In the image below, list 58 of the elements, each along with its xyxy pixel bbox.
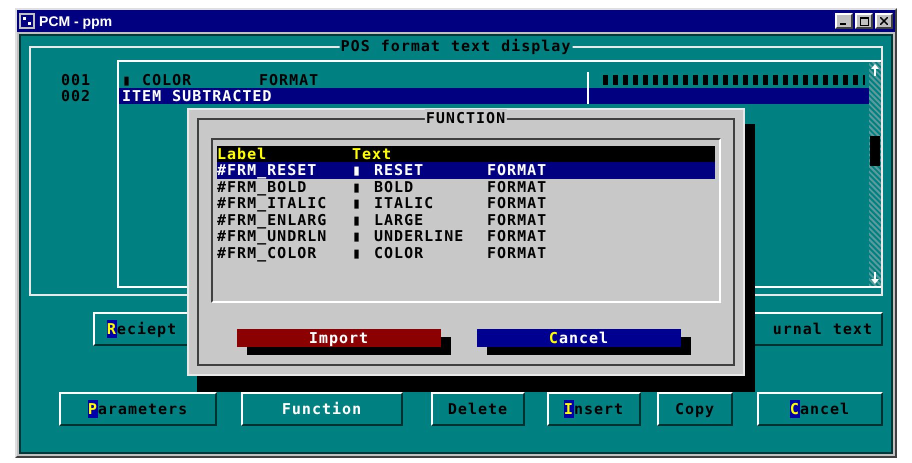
list-cell-text: COLOR [374,244,426,261]
window-title: PCM - ppm [39,13,112,29]
list-cell-text: ▮ [352,228,364,244]
dialog-button[interactable]: Copy [657,392,733,426]
dialog-button[interactable]: Parameters [59,392,217,426]
list-cell-text: ▮ [352,195,364,212]
list-cell-text: ▮ [352,244,364,261]
list-cell-text: ▮ [352,162,364,178]
list-cell-text: #FRM_UNDRLN [217,228,328,244]
list-row[interactable]: #FRM_RESET ▮ RESET FORMAT [217,162,715,178]
down-arrow-icon [871,272,879,284]
column-header: Text [352,146,392,162]
close-button[interactable] [875,13,893,29]
maximize-button[interactable] [855,13,873,29]
list-cell: FORMAT [487,195,548,212]
list-cell-text: LARGE [374,212,426,228]
column-header: Label [217,146,268,162]
list-cell: FORMAT [487,244,548,261]
list-cell-text: #FRM_ITALIC [217,195,328,212]
up-arrow-icon [871,64,879,76]
list-cell: FORMAT [487,162,548,178]
scroll-bar[interactable] [869,62,881,286]
list-cell-text: #FRM_BOLD [217,178,308,195]
list-cell: FORMAT [487,228,548,244]
line-number: 001 [61,72,92,88]
list-cell-text: FORMAT [259,72,320,88]
list-cell-text: #FRM_ENLARG [217,212,328,228]
minimize-button[interactable] [835,13,853,29]
close-icon [880,17,888,25]
list-row[interactable]: ▮ COLOR FORMAT [119,72,869,88]
cancel-button[interactable]: Cancel [477,329,681,347]
import-button[interactable]: Import [237,329,441,347]
list-row[interactable]: #FRM_COLOR ▮ COLOR FORMAT [217,244,715,261]
list-cell: FORMAT [487,178,548,195]
list-cell-text: #FRM_RESET [217,162,318,178]
list-cell-text: #FRM_COLOR [217,244,318,261]
list-cell-text: ▮ COLOR [121,72,194,88]
list-cell-text: ITALIC [374,195,436,212]
line-number: 002 [61,88,92,104]
list-cell-text: UNDERLINE [374,228,466,244]
list-row[interactable]: #FRM_BOLD ▮ BOLD FORMAT [217,178,715,195]
list-row[interactable]: #FRM_ITALIC ▮ ITALIC FORMAT [217,195,715,212]
list-row[interactable]: #FRM_ENLARG ▮ LARGE FORMAT [217,212,715,228]
list-cell-text: ▮ [352,212,364,228]
list-cell-text: ITEM SUBTRACTED [121,88,274,104]
maximize-icon [860,16,868,26]
list-cell: FORMAT [487,212,548,228]
dialog-button[interactable]: Function [241,392,403,426]
list-cell-text: RESET [374,162,426,178]
list-cell-text: BOLD [374,178,416,195]
list-row[interactable]: #FRM_UNDRLN ▮ UNDERLINE FORMAT [217,228,715,244]
list-cell-text: ▮ [352,178,364,195]
dialog-button[interactable]: Insert [547,392,641,426]
dialog-button[interactable]: Delete [431,392,525,426]
dialog-button[interactable]: Cancel [757,392,883,426]
list-row[interactable]: ITEM SUBTRACTED [119,88,869,104]
group-title: POS format text display [340,37,572,55]
scroll-thumb[interactable] [870,136,880,166]
